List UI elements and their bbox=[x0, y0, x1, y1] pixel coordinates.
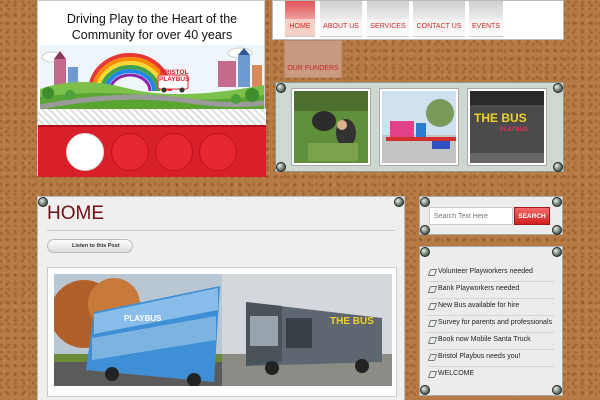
post-link[interactable]: Bristol Playbus needs you! bbox=[428, 350, 554, 367]
nav-item-events[interactable]: EVENTS bbox=[469, 1, 503, 37]
pin-icon bbox=[394, 197, 404, 207]
post-link[interactable]: Survey for parents and professionals bbox=[428, 316, 554, 333]
main-content: HOME Listen to this Post PLAYBUS THE BUS bbox=[37, 196, 405, 400]
pin-icon bbox=[553, 83, 563, 93]
recent-posts: Volunteer Playworkers needed Bank Playwo… bbox=[419, 246, 563, 396]
pin-icon bbox=[276, 83, 286, 93]
slide-dot-3[interactable] bbox=[155, 133, 193, 171]
gallery-thumb-1[interactable] bbox=[292, 89, 370, 165]
post-link[interactable]: Volunteer Playworkers needed bbox=[428, 265, 554, 282]
pin-icon bbox=[420, 197, 430, 207]
pin-icon bbox=[553, 162, 563, 172]
pin-icon bbox=[552, 197, 562, 207]
pin-icon bbox=[552, 247, 562, 257]
divider-stripe bbox=[38, 109, 266, 125]
post-link[interactable]: WELCOME bbox=[428, 367, 554, 384]
nav-item-services[interactable]: SERVICES bbox=[367, 1, 409, 37]
slider-controls bbox=[38, 125, 266, 177]
pin-icon bbox=[276, 162, 286, 172]
gallery-thumb-2[interactable] bbox=[380, 89, 458, 165]
page-title: HOME bbox=[47, 203, 104, 224]
pin-icon bbox=[38, 197, 48, 207]
slide-dot-1[interactable] bbox=[66, 133, 104, 171]
photo-double-decker: PLAYBUS bbox=[54, 274, 222, 386]
feature-photo: PLAYBUS THE BUS bbox=[47, 267, 397, 397]
post-link[interactable]: New Bus available for hire bbox=[428, 299, 554, 316]
pin-icon bbox=[420, 385, 430, 395]
nav-item-home[interactable]: HOME bbox=[285, 1, 315, 37]
main-nav: HOME ABOUT US SERVICES CONTACT US EVENTS bbox=[272, 0, 564, 40]
pin-icon bbox=[420, 225, 430, 235]
slide-dot-4[interactable] bbox=[199, 133, 237, 171]
post-link[interactable]: Bank Playworkers needed bbox=[428, 282, 554, 299]
search-panel: SEARCH bbox=[419, 196, 563, 235]
nav-item-contact-us[interactable]: CONTACT US bbox=[413, 1, 465, 37]
bus-sign-text: THE BUS bbox=[474, 111, 527, 125]
pin-icon bbox=[552, 385, 562, 395]
hero-illustration: BRISTOL PLAYBUS bbox=[40, 45, 264, 109]
photo-single-decker: THE BUS bbox=[222, 274, 392, 386]
bus-side-text: PLAYBUS bbox=[124, 314, 162, 323]
photo-gallery: THE BUS PLAYBUS bbox=[275, 82, 564, 172]
pin-icon bbox=[552, 225, 562, 235]
search-input[interactable] bbox=[429, 207, 513, 225]
nav-item-our-funders[interactable]: OUR FUNDERS bbox=[284, 40, 342, 78]
search-button[interactable]: SEARCH bbox=[514, 207, 550, 225]
logo-text: BRISTOL PLAYBUS bbox=[159, 69, 190, 83]
nav-item-about-us[interactable]: ABOUT US bbox=[320, 1, 362, 37]
bus-logo-text: PLAYBUS bbox=[500, 127, 529, 133]
gallery-thumb-3[interactable]: THE BUS PLAYBUS bbox=[468, 89, 546, 165]
listen-button[interactable]: Listen to this Post bbox=[47, 239, 133, 253]
title-divider bbox=[47, 230, 395, 231]
header-panel: Driving Play to the Heart of the Communi… bbox=[37, 0, 266, 177]
bus-sign-text-2: THE BUS bbox=[330, 316, 374, 327]
post-link[interactable]: Book now Mobile Santa Truck bbox=[428, 333, 554, 350]
slide-dot-2[interactable] bbox=[111, 133, 149, 171]
site-tagline: Driving Play to the Heart of the Communi… bbox=[66, 12, 238, 42]
pin-icon bbox=[420, 247, 430, 257]
